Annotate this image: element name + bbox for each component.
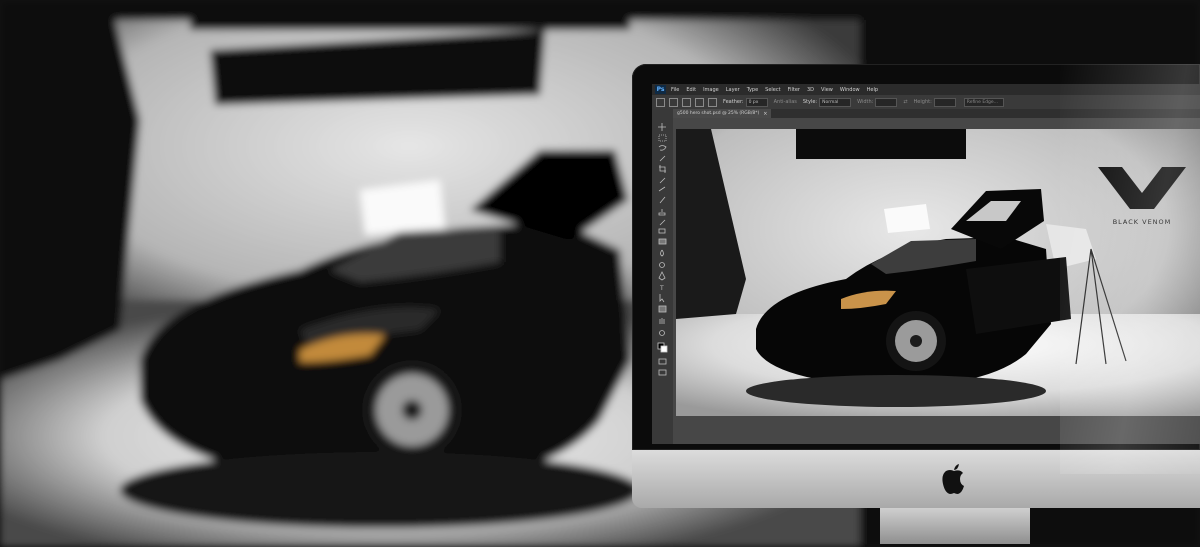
- lasso-icon[interactable]: [658, 145, 667, 151]
- marquee-icon[interactable]: [658, 134, 667, 142]
- document-tab-bar: g500 hero shot.psd @ 25% (RGB/8*) ×: [673, 109, 1200, 118]
- move-icon[interactable]: [658, 123, 666, 131]
- width-label: Width:: [857, 99, 874, 105]
- zoom-icon[interactable]: [659, 330, 665, 336]
- shape-icon[interactable]: [658, 305, 667, 313]
- hand-icon[interactable]: [659, 318, 665, 324]
- quick-select-icon[interactable]: [659, 155, 666, 162]
- menu-help[interactable]: Help: [867, 87, 878, 93]
- document-tab-title: g500 hero shot.psd @ 25% (RGB/8*): [677, 111, 760, 116]
- photoshop-logo-icon: Ps: [655, 85, 666, 94]
- menu-layer[interactable]: Layer: [726, 87, 740, 93]
- monitor-chin: [632, 450, 1200, 508]
- marquee-tool-preset-icon[interactable]: [656, 97, 665, 107]
- style-label: Style:: [802, 99, 818, 105]
- menu-3d[interactable]: 3D: [807, 87, 814, 93]
- pen-icon[interactable]: [658, 271, 666, 281]
- history-brush-icon[interactable]: [659, 219, 666, 226]
- menu-bar: Ps File Edit Image Layer Type Select Fil…: [652, 84, 1200, 95]
- feather-label: Feather:: [723, 99, 744, 105]
- imac-display: Ps File Edit Image Layer Type Select Fil…: [632, 64, 1200, 544]
- apple-logo-icon: [942, 464, 964, 494]
- crop-icon[interactable]: [659, 165, 666, 173]
- promo-scene: Ps File Edit Image Layer Type Select Fil…: [0, 0, 1200, 547]
- feather-input[interactable]: 0 px: [745, 97, 768, 107]
- canvas-photo[interactable]: BLACK VENOM: [676, 129, 1200, 416]
- close-tab-icon[interactable]: ×: [763, 111, 767, 117]
- photoshop-window: Ps File Edit Image Layer Type Select Fil…: [652, 84, 1200, 444]
- quick-mask-icon[interactable]: [658, 358, 667, 365]
- menu-type[interactable]: Type: [747, 87, 758, 93]
- menu-edit[interactable]: Edit: [686, 87, 696, 93]
- style-select[interactable]: Normal: [819, 97, 852, 107]
- gradient-icon[interactable]: [658, 238, 667, 245]
- brush-icon[interactable]: [659, 196, 666, 204]
- eyedropper-icon[interactable]: [659, 177, 666, 184]
- width-input[interactable]: [875, 97, 898, 107]
- menu-select[interactable]: Select: [765, 87, 780, 93]
- menu-view[interactable]: View: [821, 87, 833, 93]
- blur-icon[interactable]: [660, 249, 664, 257]
- document-tab[interactable]: g500 hero shot.psd @ 25% (RGB/8*) ×: [673, 109, 772, 118]
- new-selection-icon[interactable]: [669, 97, 678, 107]
- dodge-icon[interactable]: [659, 262, 665, 268]
- eraser-icon[interactable]: [658, 228, 666, 234]
- tools-panel: T: [652, 109, 674, 444]
- menu-file[interactable]: File: [671, 87, 679, 93]
- anti-alias-checkbox[interactable]: Anti-alias: [774, 99, 797, 105]
- add-selection-icon[interactable]: [682, 97, 691, 107]
- swap-dimensions-icon[interactable]: ⇄: [903, 99, 907, 105]
- tool-icons: T: [657, 123, 668, 376]
- menu-window[interactable]: Window: [840, 87, 860, 93]
- healing-icon[interactable]: [658, 186, 666, 192]
- screen-mode-icon[interactable]: [658, 369, 667, 376]
- monitor-stand: [880, 508, 1030, 544]
- subtract-selection-icon[interactable]: [695, 97, 704, 107]
- height-input[interactable]: [933, 97, 956, 107]
- stamp-icon[interactable]: [658, 209, 666, 216]
- menu-filter[interactable]: Filter: [788, 87, 800, 93]
- path-select-icon[interactable]: [659, 294, 665, 303]
- options-bar: Feather: 0 px Anti-alias Style: Normal W…: [652, 95, 1200, 110]
- intersect-selection-icon[interactable]: [708, 97, 717, 107]
- background-color-swatch[interactable]: [660, 345, 668, 353]
- type-icon[interactable]: T: [659, 285, 664, 292]
- refine-edge-button[interactable]: Refine Edge...: [963, 97, 1004, 107]
- menu-image[interactable]: Image: [703, 87, 719, 93]
- brand-wordmark: BLACK VENOM: [1113, 218, 1172, 226]
- height-label: Height:: [913, 99, 932, 105]
